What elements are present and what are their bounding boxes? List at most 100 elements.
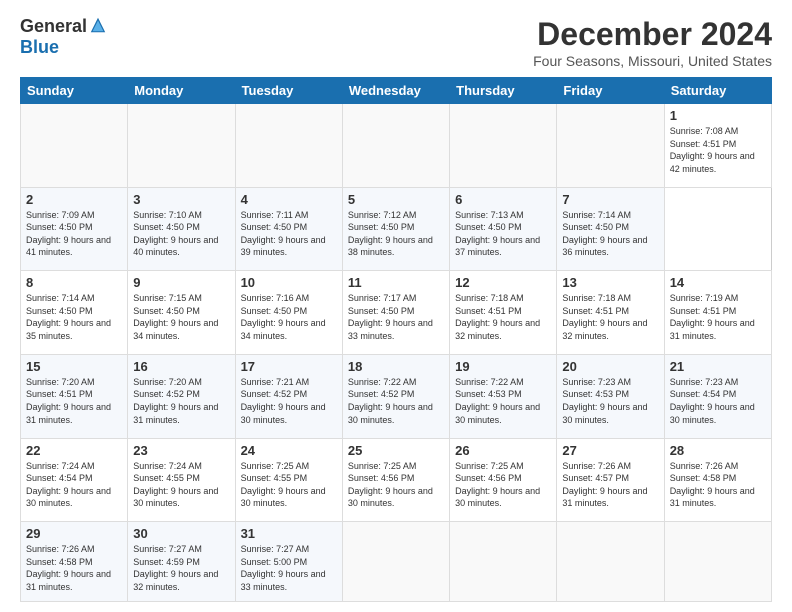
day-info: Sunrise: 7:15 AMSunset: 4:50 PMDaylight:… [133,293,218,341]
day-cell: 6Sunrise: 7:13 AMSunset: 4:50 PMDaylight… [450,187,557,271]
day-number: 10 [241,275,337,290]
day-cell: 12Sunrise: 7:18 AMSunset: 4:51 PMDayligh… [450,271,557,355]
logo-general-text: General [20,16,87,37]
day-cell: 20Sunrise: 7:23 AMSunset: 4:53 PMDayligh… [557,354,664,438]
day-cell: 30Sunrise: 7:27 AMSunset: 4:59 PMDayligh… [128,522,235,602]
day-cell: 7Sunrise: 7:14 AMSunset: 4:50 PMDaylight… [557,187,664,271]
day-cell: 8 Sunrise: 7:14 AMSunset: 4:50 PMDaylight… [21,271,128,355]
day-header-thursday: Thursday [450,78,557,104]
calendar-week-row: 29Sunrise: 7:26 AMSunset: 4:58 PMDayligh… [21,522,772,602]
header: General Blue December 2024 Four Seasons,… [20,16,772,69]
month-title: December 2024 [533,16,772,53]
day-header-sunday: Sunday [21,78,128,104]
title-area: December 2024 Four Seasons, Missouri, Un… [533,16,772,69]
day-cell: 17 Sunrise: 7:21 AMSunset: 4:52 PMDayligh… [235,354,342,438]
day-info: Sunrise: 7:18 AMSunset: 4:51 PMDaylight:… [562,293,647,341]
day-cell: 11 Sunrise: 7:17 AMSunset: 4:50 PMDayligh… [342,271,449,355]
day-header-tuesday: Tuesday [235,78,342,104]
day-cell: 29Sunrise: 7:26 AMSunset: 4:58 PMDayligh… [21,522,128,602]
empty-cell [128,104,235,188]
day-number: 3 [133,192,229,207]
calendar-week-row: 2Sunrise: 7:09 AMSunset: 4:50 PMDaylight… [21,187,772,271]
day-info: Sunrise: 7:24 AMSunset: 4:54 PMDaylight:… [26,461,111,509]
day-header-wednesday: Wednesday [342,78,449,104]
day-info: Sunrise: 7:16 AMSunset: 4:50 PMDaylight:… [241,293,326,341]
day-info: Sunrise: 7:23 AMSunset: 4:53 PMDaylight:… [562,377,647,425]
day-info: Sunrise: 7:20 AMSunset: 4:51 PMDaylight:… [26,377,111,425]
day-info: Sunrise: 7:17 AMSunset: 4:50 PMDaylight:… [348,293,433,341]
day-number: 28 [670,443,766,458]
day-number: 29 [26,526,122,541]
day-info: Sunrise: 7:25 AMSunset: 4:56 PMDaylight:… [455,461,540,509]
day-number: 15 [26,359,122,374]
empty-cell [235,104,342,188]
day-number: 8 [26,275,122,290]
day-cell: 1Sunrise: 7:08 AMSunset: 4:51 PMDaylight… [664,104,771,188]
day-number: 27 [562,443,658,458]
day-cell [450,522,557,602]
day-cell: 19 Sunrise: 7:22 AMSunset: 4:53 PMDayligh… [450,354,557,438]
day-number: 23 [133,443,229,458]
calendar-week-row: 8 Sunrise: 7:14 AMSunset: 4:50 PMDaylight… [21,271,772,355]
day-info: Sunrise: 7:09 AMSunset: 4:50 PMDaylight:… [26,210,111,258]
day-info: Sunrise: 7:27 AMSunset: 5:00 PMDaylight:… [241,544,326,592]
page: General Blue December 2024 Four Seasons,… [0,0,792,612]
logo: General Blue [20,16,107,58]
day-number: 1 [670,108,766,123]
day-cell: 24Sunrise: 7:25 AMSunset: 4:55 PMDayligh… [235,438,342,522]
subtitle: Four Seasons, Missouri, United States [533,53,772,69]
day-info: Sunrise: 7:10 AMSunset: 4:50 PMDaylight:… [133,210,218,258]
day-cell: 28 Sunrise: 7:26 AMSunset: 4:58 PMDayligh… [664,438,771,522]
day-info: Sunrise: 7:11 AMSunset: 4:50 PMDaylight:… [241,210,326,258]
day-number: 16 [133,359,229,374]
empty-cell [342,104,449,188]
calendar: SundayMondayTuesdayWednesdayThursdayFrid… [20,77,772,602]
day-cell: 23Sunrise: 7:24 AMSunset: 4:55 PMDayligh… [128,438,235,522]
day-cell [557,522,664,602]
calendar-week-row: 22 Sunrise: 7:24 AMSunset: 4:54 PMDayligh… [21,438,772,522]
day-number: 22 [26,443,122,458]
day-cell: 16 Sunrise: 7:20 AMSunset: 4:52 PMDayligh… [128,354,235,438]
day-cell: 14Sunrise: 7:19 AMSunset: 4:51 PMDayligh… [664,271,771,355]
day-number: 12 [455,275,551,290]
day-info: Sunrise: 7:25 AMSunset: 4:56 PMDaylight:… [348,461,433,509]
day-cell: 18Sunrise: 7:22 AMSunset: 4:52 PMDayligh… [342,354,449,438]
day-cell: 9 Sunrise: 7:15 AMSunset: 4:50 PMDaylight… [128,271,235,355]
day-number: 5 [348,192,444,207]
day-info: Sunrise: 7:21 AMSunset: 4:52 PMDaylight:… [241,377,326,425]
empty-cell [450,104,557,188]
day-info: Sunrise: 7:13 AMSunset: 4:50 PMDaylight:… [455,210,540,258]
day-cell: 2Sunrise: 7:09 AMSunset: 4:50 PMDaylight… [21,187,128,271]
day-number: 4 [241,192,337,207]
day-info: Sunrise: 7:26 AMSunset: 4:57 PMDaylight:… [562,461,647,509]
day-cell: 13 Sunrise: 7:18 AMSunset: 4:51 PMDayligh… [557,271,664,355]
day-info: Sunrise: 7:25 AMSunset: 4:55 PMDaylight:… [241,461,326,509]
day-number: 17 [241,359,337,374]
day-info: Sunrise: 7:22 AMSunset: 4:53 PMDaylight:… [455,377,540,425]
day-number: 14 [670,275,766,290]
day-cell: 10 Sunrise: 7:16 AMSunset: 4:50 PMDayligh… [235,271,342,355]
day-number: 21 [670,359,766,374]
day-cell: 15 Sunrise: 7:20 AMSunset: 4:51 PMDayligh… [21,354,128,438]
calendar-header-row: SundayMondayTuesdayWednesdayThursdayFrid… [21,78,772,104]
day-info: Sunrise: 7:20 AMSunset: 4:52 PMDaylight:… [133,377,218,425]
empty-cell [21,104,128,188]
empty-cell [557,104,664,188]
day-number: 26 [455,443,551,458]
day-number: 13 [562,275,658,290]
day-info: Sunrise: 7:23 AMSunset: 4:54 PMDaylight:… [670,377,755,425]
day-cell: 22 Sunrise: 7:24 AMSunset: 4:54 PMDayligh… [21,438,128,522]
day-number: 9 [133,275,229,290]
day-header-friday: Friday [557,78,664,104]
day-info: Sunrise: 7:14 AMSunset: 4:50 PMDaylight:… [26,293,111,341]
day-cell: 31Sunrise: 7:27 AMSunset: 5:00 PMDayligh… [235,522,342,602]
day-number: 19 [455,359,551,374]
day-info: Sunrise: 7:26 AMSunset: 4:58 PMDaylight:… [670,461,755,509]
day-number: 11 [348,275,444,290]
day-header-monday: Monday [128,78,235,104]
day-cell: 4 Sunrise: 7:11 AMSunset: 4:50 PMDaylight… [235,187,342,271]
logo-blue-text: Blue [20,37,59,58]
day-cell [664,522,771,602]
calendar-week-row: 15 Sunrise: 7:20 AMSunset: 4:51 PMDayligh… [21,354,772,438]
day-cell [342,522,449,602]
